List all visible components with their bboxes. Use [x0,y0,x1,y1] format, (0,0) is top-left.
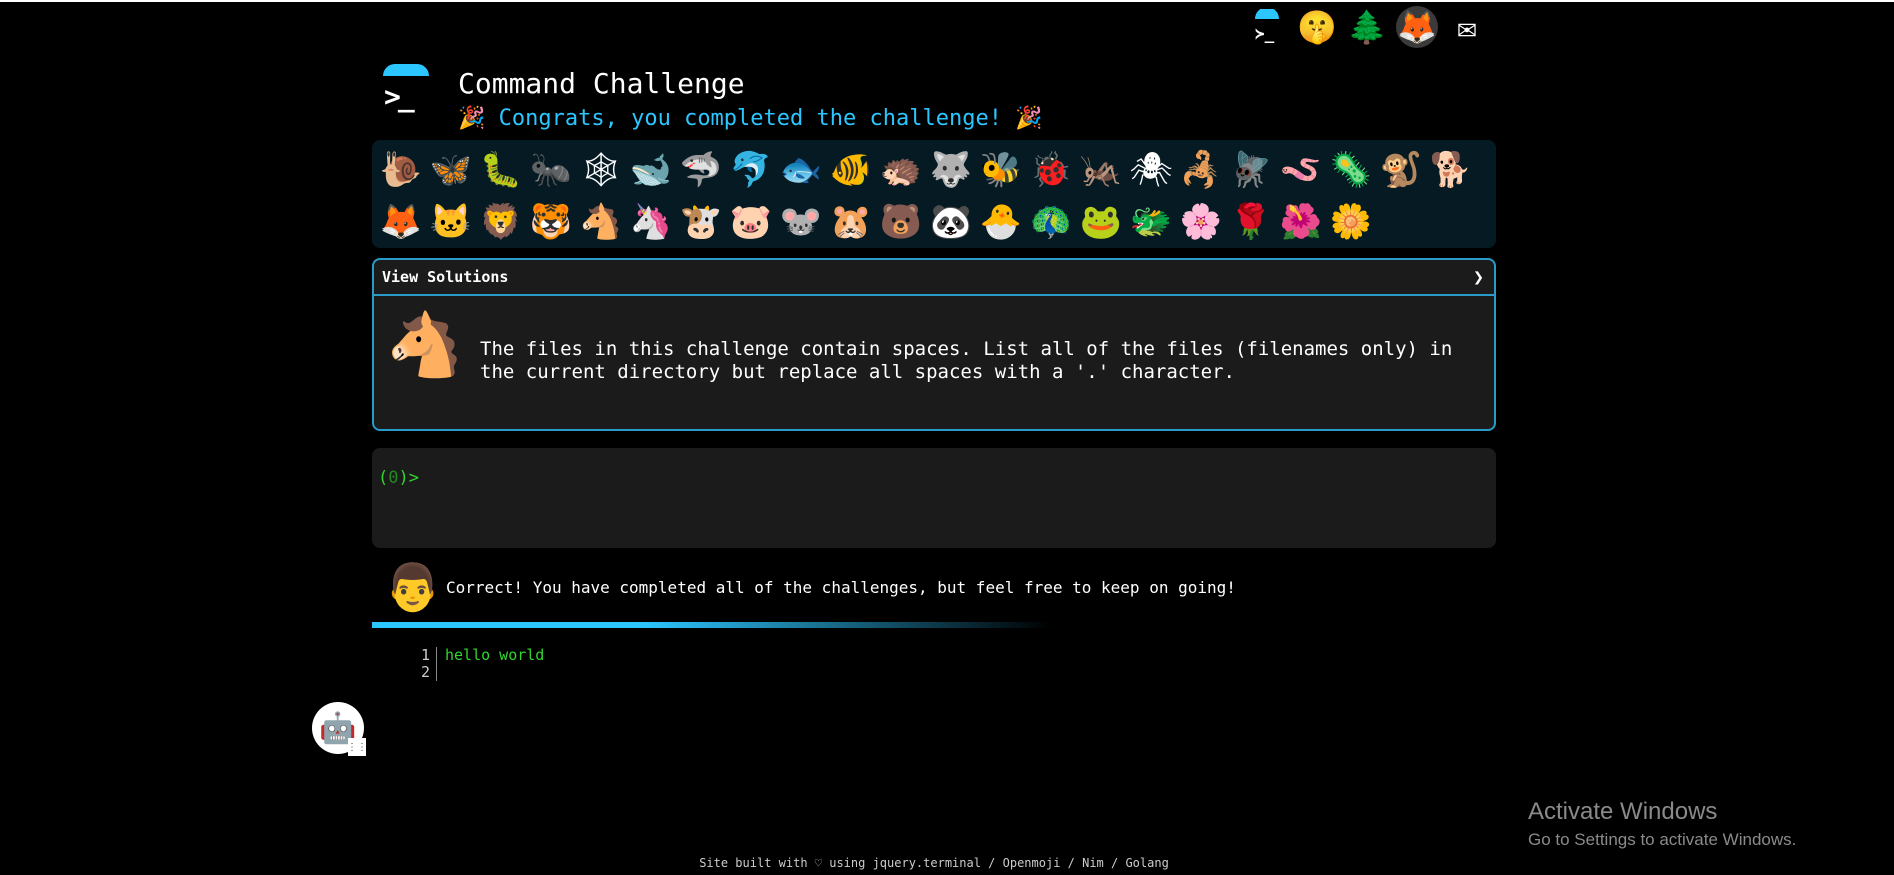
command-challenge-logo-icon[interactable]: >_ [372,60,440,128]
view-solutions-label: View Solutions [382,268,509,286]
challenge-emoji-20[interactable]: 🦠 [1326,144,1376,196]
challenge-emoji-37[interactable]: 🐸 [1076,196,1126,248]
command-output: 1 hello world 2 [410,647,544,681]
tree-icon[interactable]: 🌲 [1346,6,1388,48]
completion-message: 🎉 Congrats, you completed the challenge!… [458,106,1043,131]
feedback-message: 👨 Correct! You have completed all of the… [384,560,1236,615]
challenge-emoji-33[interactable]: 🐻 [876,196,926,248]
challenge-emoji-18[interactable]: 🪰 [1226,144,1276,196]
top-border [0,0,1894,2]
view-solutions-panel: View Solutions ❯ 🐴 The files in this cha… [372,258,1496,431]
challenge-emoji-26[interactable]: 🐯 [526,196,576,248]
grid-icon: ⋮⋮ [347,738,367,756]
challenge-emoji-22[interactable]: 🐕 [1426,144,1476,196]
terminal-input[interactable]: (0)> [372,448,1496,548]
watermark-title: Activate Windows [1528,798,1718,825]
challenge-emoji-25[interactable]: 🦁 [476,196,526,248]
challenge-emoji-32[interactable]: 🐹 [826,196,876,248]
line-number: 1 [410,647,437,664]
gitlab-icon[interactable]: 🦊 [1396,6,1438,48]
challenge-description: The files in this challenge contain spac… [480,338,1453,383]
svg-text:≻_: ≻_ [1255,24,1275,43]
challenge-emoji-11[interactable]: 🦔 [876,144,926,196]
challenge-emoji-7[interactable]: 🦈 [676,144,726,196]
challenge-emoji-8[interactable]: 🐬 [726,144,776,196]
challenge-emoji-27[interactable]: 🐴 [576,196,626,248]
challenge-emoji-17[interactable]: 🦂 [1176,144,1226,196]
challenge-emoji-14[interactable]: 🐞 [1026,144,1076,196]
challenge-emoji-24[interactable]: 🐱 [426,196,476,248]
challenge-emoji-34[interactable]: 🐼 [926,196,976,248]
page-title: Command Challenge [458,67,745,100]
challenge-emoji-39[interactable]: 🌸 [1176,196,1226,248]
challenge-emoji-1[interactable]: 🐌 [376,144,426,196]
challenge-emoji-42[interactable]: 🌼 [1326,196,1376,248]
challenge-emoji-10[interactable]: 🐠 [826,144,876,196]
challenge-emoji-19[interactable]: 🪱 [1276,144,1326,196]
challenge-emoji-28[interactable]: 🦄 [626,196,676,248]
site-footer: Site built with ♡ using jquery.terminal … [699,856,1169,870]
challenge-emoji-16[interactable]: 🕷 [1126,144,1176,196]
challenge-emoji-41[interactable]: 🌺 [1276,196,1326,248]
challenge-emoji-36[interactable]: 🦚 [1026,196,1076,248]
horse-icon: 🐴 [386,308,464,381]
challenge-emoji-9[interactable]: 🐟 [776,144,826,196]
mail-icon[interactable]: ✉ [1446,6,1488,48]
challenge-emoji-15[interactable]: 🦗 [1076,144,1126,196]
challenge-emoji-30[interactable]: 🐷 [726,196,776,248]
output-line: 2 [410,664,544,681]
line-text [437,664,445,681]
output-line: 1 hello world [410,647,544,664]
chat-bot-button[interactable]: 🤖 ⋮⋮ [312,702,367,756]
challenge-emoji-2[interactable]: 🦋 [426,144,476,196]
challenge-emoji-40[interactable]: 🌹 [1226,196,1276,248]
challenge-emoji-13[interactable]: 🐝 [976,144,1026,196]
challenge-emoji-3[interactable]: 🐛 [476,144,526,196]
line-text: hello world [445,646,545,664]
chevron-right-icon[interactable]: ❯ [1473,267,1484,288]
challenge-emoji-23[interactable]: 🦊 [376,196,426,248]
divider-line [372,622,1052,628]
challenge-emoji-5[interactable]: 🕸 [576,144,626,196]
challenge-emoji-38[interactable]: 🐲 [1126,196,1176,248]
shush-face-icon[interactable]: 🤫 [1296,6,1338,48]
challenge-emoji-6[interactable]: 🐋 [626,144,676,196]
view-solutions-toggle[interactable]: View Solutions ❯ [374,260,1494,296]
prompt-counter: 0 [388,468,399,488]
challenge-emoji-12[interactable]: 🐺 [926,144,976,196]
page-header: >_ Command Challenge 🎉 Congrats, you com… [372,60,1043,132]
challenge-emoji-4[interactable]: 🐜 [526,144,576,196]
activate-windows-watermark: Activate Windows Go to Settings to activ… [1528,798,1796,850]
challenge-emoji-21[interactable]: 🐒 [1376,144,1426,196]
line-number: 2 [410,664,437,681]
top-icon-bar: ≻_ 🤫 🌲 🦊 ✉ [1246,6,1488,48]
terminal-logo-icon[interactable]: ≻_ [1246,6,1288,48]
challenge-emoji-35[interactable]: 🐣 [976,196,1026,248]
challenge-emoji-29[interactable]: 🐮 [676,196,726,248]
challenge-emoji-grid: 🐌 🦋 🐛 🐜 🕸 🐋 🦈 🐬 🐟 🐠 🦔 🐺 🐝 🐞 🦗 🕷 🦂 🪰 🪱 🦠 🐒 🐕 🦊 🐱 🦁 🐯 🐴 🦄 🐮 🐷 🐭 🐹 🐻 🐼 🐣 🦚 🐸 🐲 🌸 🌹… [372,140,1496,248]
terminal-prompt: (0)> [378,468,419,488]
person-icon: 👨 [384,560,442,614]
challenge-emoji-31[interactable]: 🐭 [776,196,826,248]
feedback-text: Correct! You have completed all of the c… [446,578,1236,597]
watermark-subtitle: Go to Settings to activate Windows. [1528,830,1797,849]
